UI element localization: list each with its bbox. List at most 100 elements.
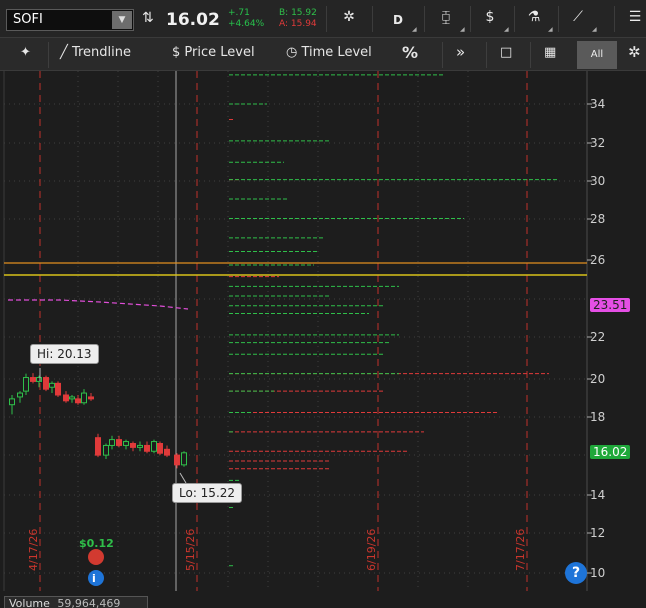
expiration-date-label: 5/15/26 [184, 529, 197, 571]
y-tick-label: 30 [590, 174, 605, 188]
top-toolbar: SOFI ▼ ⇅ 16.02 +.71 +4.64% B: 15.92 A: 1… [0, 0, 646, 38]
trendline-label: Trendline [71, 45, 132, 60]
chevron-down-icon: ◢ [504, 26, 509, 33]
info-marker-glyph: i [92, 572, 96, 585]
candle-body [157, 443, 163, 454]
flask-icon[interactable]: ⚗ [522, 9, 546, 31]
y-tick-label: 28 [590, 212, 605, 226]
pin-icon[interactable]: ✦ [20, 45, 31, 60]
chart-canvas[interactable]: 34 32 30 28 26 22 20 18 14 12 10 4/17/26… [0, 71, 646, 608]
symbol-input[interactable]: SOFI ▼ [6, 9, 134, 31]
candle-body [43, 377, 49, 390]
volume-profile [229, 74, 559, 567]
y-tick-label: 32 [590, 136, 605, 150]
candle-body [88, 396, 94, 400]
candle-body [55, 382, 61, 396]
candle-body [81, 392, 87, 404]
candle-body [181, 452, 187, 466]
bid-price: B: 15.92 [279, 8, 317, 18]
last-price-tag: 16.02 [590, 445, 631, 459]
candle-body [174, 454, 180, 466]
y-tick-label: 20 [590, 372, 605, 386]
symbol-text: SOFI [13, 12, 43, 27]
expiration-lines [39, 71, 528, 591]
candle-body [137, 444, 143, 448]
y-tick-label: 14 [590, 488, 605, 502]
separator [326, 6, 327, 32]
earnings-marker-icon[interactable] [88, 549, 104, 565]
square-icon[interactable]: □ [500, 45, 512, 60]
drawings-icon[interactable]: ⟋ [566, 9, 590, 31]
y-tick-label: 26 [590, 253, 605, 267]
volume-label: Volume [9, 597, 50, 608]
ask-price: A: 15.94 [279, 19, 317, 29]
chevron-down-icon: ◢ [592, 26, 597, 33]
y-tick-label: 18 [590, 410, 605, 424]
aggregation-selector[interactable]: D [386, 9, 410, 31]
candle-body [9, 398, 15, 406]
candle-body [30, 377, 36, 382]
volume-value: 59,964,469 [57, 597, 121, 608]
symbol-dropdown-button[interactable]: ▼ [112, 11, 132, 29]
link-icon[interactable]: ⇅ [142, 10, 154, 26]
candle-body [109, 439, 115, 446]
more-tools-button[interactable]: » [456, 43, 465, 61]
hi-callout: Hi: 20.13 [30, 344, 99, 364]
menu-icon[interactable]: ☰ [626, 9, 644, 31]
percent-tool[interactable]: % [402, 43, 418, 62]
help-button[interactable]: ? [565, 562, 587, 584]
chart-style-icon[interactable]: ⧮ [434, 9, 458, 31]
lo-callout: Lo: 15.22 [172, 483, 243, 503]
y-tick-label: 34 [590, 97, 605, 111]
candlesticks [9, 373, 187, 469]
y-tick-label: 12 [590, 526, 605, 540]
studies-gear-icon[interactable]: ✲ [338, 9, 360, 31]
all-button[interactable]: All [577, 41, 617, 69]
expiration-date-label: 6/19/26 [365, 529, 378, 571]
price-level-label: Price Level [184, 45, 255, 60]
separator [48, 42, 49, 68]
chevron-down-icon: ◢ [460, 26, 465, 33]
moving-average-price-tag: 23.51 [590, 298, 631, 312]
candle-body [123, 441, 129, 446]
separator [470, 6, 471, 32]
separator [614, 6, 615, 32]
candle-body [130, 443, 136, 448]
y-tick-label: 10 [590, 566, 605, 580]
time-level-icon: ◷ [286, 45, 298, 60]
candle-body [17, 392, 23, 398]
price-type-icon[interactable]: $ [478, 9, 502, 31]
time-level-tool[interactable]: ◷ Time Level [286, 45, 372, 60]
price-chart[interactable]: 34 32 30 28 26 22 20 18 14 12 10 4/17/26… [0, 71, 646, 608]
trendline-tool[interactable]: ╱ Trendline [60, 45, 131, 60]
separator [372, 6, 373, 32]
expiration-date-label: 4/17/26 [27, 529, 40, 571]
y-tick-label: 22 [590, 330, 605, 344]
volume-study-tab[interactable]: Volume 59,964,469 [4, 596, 148, 608]
candle-body [151, 441, 157, 452]
candle-body [23, 377, 29, 392]
dividend-label: $0.12 [79, 537, 114, 550]
price-axis: 34 32 30 28 26 22 20 18 14 12 10 [587, 97, 605, 580]
grid-horizontals [4, 103, 587, 574]
moving-average-line [8, 299, 189, 310]
settings-gear-icon[interactable]: ✲ [628, 43, 641, 61]
candle-body [116, 439, 122, 446]
grid-icon[interactable]: ▦ [544, 45, 556, 60]
separator [424, 6, 425, 32]
candle-body [164, 448, 170, 456]
price-level-tool[interactable]: $ Price Level [172, 45, 255, 60]
price-level-icon: $ [172, 45, 181, 60]
time-level-label: Time Level [301, 45, 372, 60]
candle-body [49, 382, 55, 388]
chevron-down-icon: ◢ [412, 26, 417, 33]
chevron-down-icon: ◢ [548, 26, 553, 33]
candle-body [75, 398, 81, 404]
info-marker-icon[interactable] [88, 570, 104, 586]
separator [442, 42, 443, 68]
grid-verticals [77, 71, 469, 591]
candle-body [36, 377, 42, 382]
percent-change: +4.64% [228, 19, 265, 29]
candle-body [95, 437, 101, 456]
expiration-date-label: 7/17/26 [514, 529, 527, 571]
